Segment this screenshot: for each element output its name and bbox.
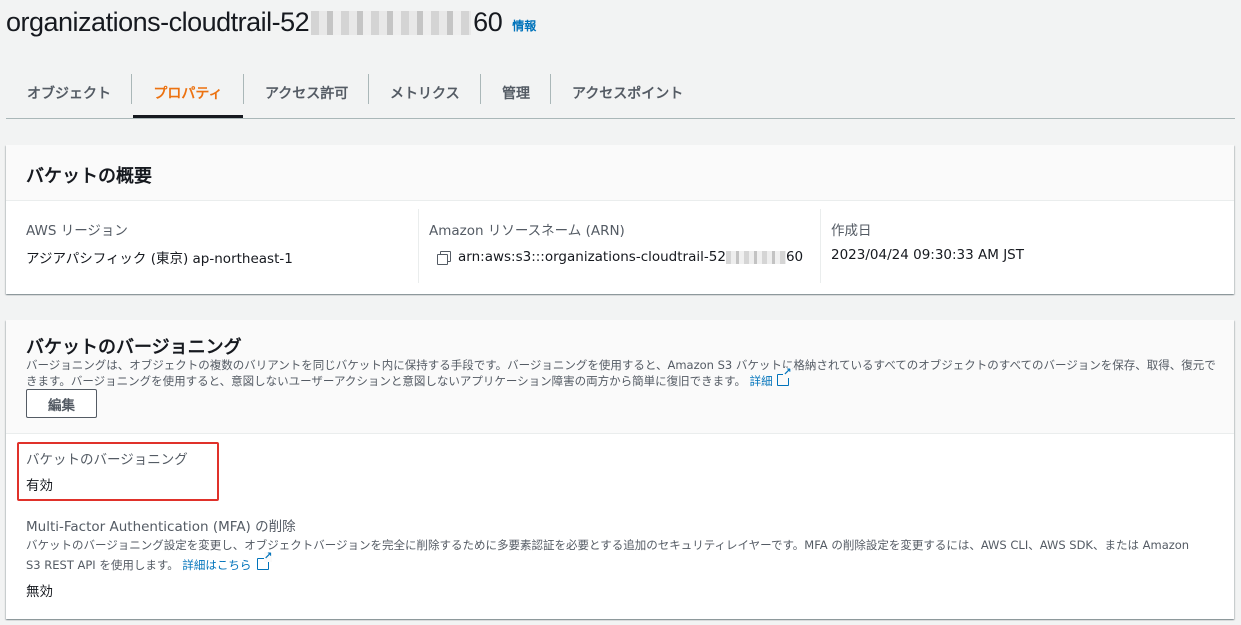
panel-title: バケットのバージョニング [26, 337, 242, 358]
created-value: 2023/04/24 09:30:33 AM JST [831, 247, 1024, 263]
details-link[interactable]: 詳細 [750, 374, 773, 388]
tab-management[interactable]: 管理 [502, 70, 530, 116]
region-value: アジアパシフィック (東京) ap-northeast-1 [26, 251, 293, 267]
mfa-delete-description: バケットのバージョニング設定を変更し、オブジェクトバージョンを完全に削除するため… [26, 535, 1206, 575]
versioning-status-label: バケットのバージョニング [26, 452, 188, 468]
arn-column: Amazon リソースネーム (ARN) arn:aws:s3:::organi… [429, 205, 803, 285]
arn-label: Amazon リソースネーム (ARN) [429, 223, 625, 239]
redacted-blur [311, 11, 472, 36]
external-link-icon [776, 367, 792, 386]
panel-title: バケットの概要 [26, 166, 152, 187]
mfa-delete-value: 無効 [26, 584, 53, 600]
copy-icon[interactable] [437, 250, 451, 265]
bucket-overview-panel: バケットの概要 AWS リージョン アジアパシフィック (東京) ap-nort… [6, 145, 1234, 294]
info-link[interactable]: 情報 [512, 17, 536, 34]
column-divider [820, 209, 821, 283]
versioning-status-value: 有効 [26, 478, 53, 494]
tab-access-points[interactable]: アクセスポイント [572, 70, 683, 116]
created-label: 作成日 [831, 223, 872, 239]
edit-button[interactable]: 編集 [26, 389, 97, 418]
panel-header: バケットの概要 [6, 145, 1234, 201]
column-divider [418, 209, 419, 283]
redacted-blur [725, 250, 786, 264]
tab-divider [131, 74, 132, 104]
tab-bar: オブジェクト プロパティ アクセス許可 メトリクス 管理 アクセスポイント [6, 70, 1235, 119]
arn-value: arn:aws:s3:::organizations-cloudtrail-52… [437, 249, 803, 265]
external-link-icon [257, 552, 273, 570]
bucket-versioning-panel: バケットのバージョニング バージョニングは、オブジェクトの複数のバリアントを同じ… [6, 320, 1234, 619]
tab-divider [550, 74, 551, 104]
created-column: 作成日 2023/04/24 09:30:33 AM JST [831, 205, 1024, 285]
tab-objects[interactable]: オブジェクト [27, 70, 111, 116]
bucket-name-title: organizations-cloudtrail-52 60 [6, 6, 503, 37]
tab-properties[interactable]: プロパティ [133, 70, 243, 118]
tab-divider [243, 74, 244, 104]
mfa-details-link[interactable]: 詳細はこちら [182, 558, 251, 572]
mfa-delete-label: Multi-Factor Authentication (MFA) の削除 [26, 519, 296, 535]
tab-divider [480, 74, 481, 104]
tab-metrics[interactable]: メトリクス [390, 70, 460, 116]
tab-permissions[interactable]: アクセス許可 [265, 70, 348, 116]
page-header: organizations-cloudtrail-52 60 情報 [6, 0, 536, 44]
region-column: AWS リージョン アジアパシフィック (東京) ap-northeast-1 [26, 205, 293, 285]
panel-header: バケットのバージョニング バージョニングは、オブジェクトの複数のバリアントを同じ… [6, 320, 1234, 434]
region-label: AWS リージョン [26, 223, 128, 239]
versioning-description: バージョニングは、オブジェクトの複数のバリアントを同じバケット内に保持する手段で… [26, 358, 1216, 389]
tab-divider [368, 74, 369, 104]
